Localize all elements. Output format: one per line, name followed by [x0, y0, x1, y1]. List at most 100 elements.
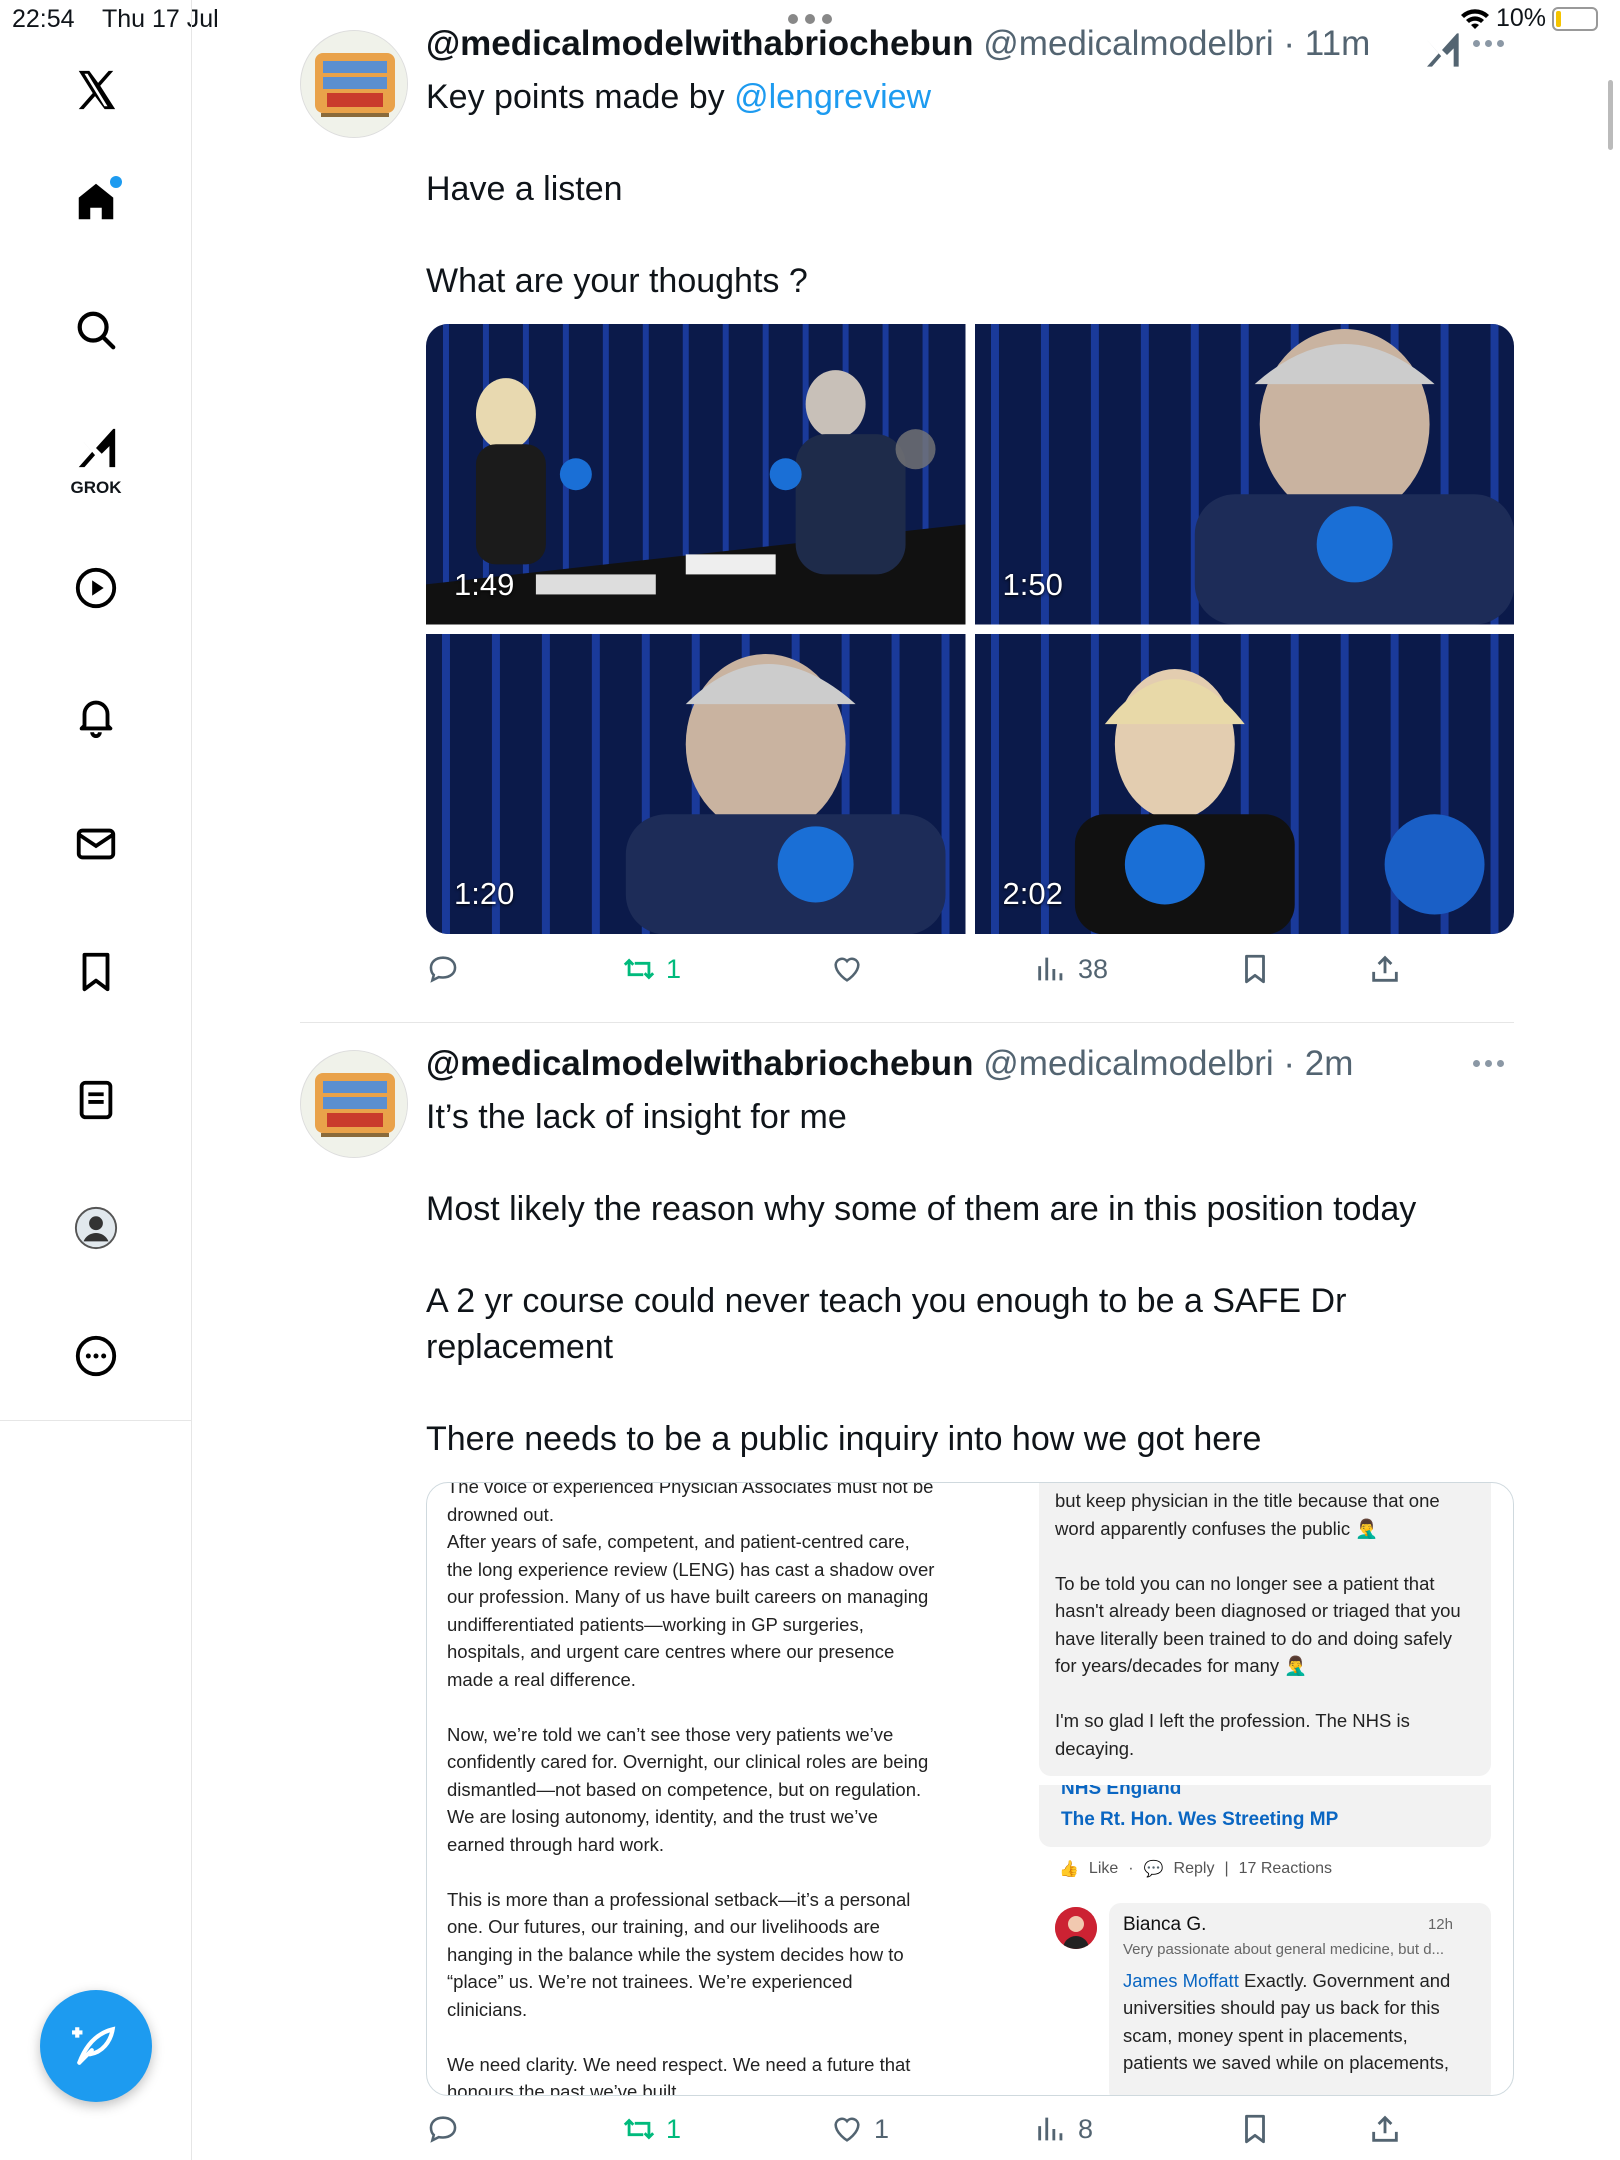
video-thumbnail[interactable]: 1:49	[426, 324, 966, 625]
grok-icon[interactable]	[1422, 30, 1462, 70]
share-button[interactable]	[1368, 952, 1402, 986]
reply-icon	[429, 2116, 457, 2143]
retweet-button[interactable]: 1	[622, 2112, 681, 2146]
retweet-icon	[623, 958, 655, 980]
status-right: 10%	[1460, 4, 1599, 33]
views-bar-chart-icon	[1038, 2117, 1063, 2141]
comment-line: universities should pay us back for this	[1123, 1997, 1440, 2018]
messages-envelope-icon[interactable]	[56, 804, 136, 884]
screenshot-like: Like	[1088, 1860, 1119, 1877]
tweet-text-prefix: Key points made by	[426, 78, 735, 116]
screenshot-left-line: one. Our futures, our training, and our …	[447, 1916, 880, 1937]
screenshot-left-line: hospitals, and urgent care centres where…	[447, 1641, 895, 1662]
attached-screenshot-image[interactable]: The voice of experienced Physician Assoc…	[426, 1482, 1514, 2096]
screenshot-right-line: I'm so glad I left the profession. The N…	[1055, 1710, 1410, 1731]
commenter-avatar	[1055, 1907, 1097, 1949]
screenshot-left-line: dismantled—not based on competence, but …	[447, 1778, 922, 1800]
scrollbar[interactable]	[1608, 80, 1613, 150]
reply-icon	[429, 956, 457, 983]
battery-percent: 10%	[1496, 4, 1547, 32]
tweet-divider	[300, 1022, 1514, 1023]
views-count: 8	[1078, 2113, 1094, 2144]
video-play-icon[interactable]	[56, 548, 136, 628]
profile-avatar-icon[interactable]	[56, 1188, 136, 1268]
sidebar-divider	[0, 1420, 192, 1421]
video-thumbnail[interactable]: 1:20	[426, 633, 966, 934]
video-thumbnail[interactable]: 2:02	[974, 633, 1514, 934]
bookmark-icon	[1245, 2114, 1265, 2144]
like-count: 1	[874, 2113, 890, 2144]
compose-post-button[interactable]	[40, 1990, 152, 2102]
screenshot-left-line: The voice of experienced Physician Assoc…	[447, 1482, 934, 1497]
more-options-icon[interactable]	[1473, 1060, 1504, 1067]
screenshot-left-line: clinicians.	[447, 1998, 528, 2020]
battery-icon	[1552, 6, 1599, 31]
bookmarks-icon[interactable]	[56, 932, 136, 1012]
screenshot-reaction-count: 17 Reactions	[1238, 1860, 1332, 1877]
like-button[interactable]: 1	[830, 2112, 889, 2146]
display-name[interactable]: @medicalmodelwithabriochebun	[426, 1044, 974, 1083]
retweet-icon	[623, 2118, 655, 2140]
notification-dot	[110, 176, 122, 188]
video-duration: 2:02	[1002, 876, 1063, 911]
notifications-bell-icon[interactable]	[56, 676, 136, 756]
user-handle[interactable]: @medicalmodelbri	[983, 1044, 1273, 1083]
screenshot-right-line: but keep physician in the title because …	[1055, 1490, 1440, 1511]
screenshot-left-line: “place” us. We’re not trainees. We’re ex…	[447, 1971, 853, 1992]
tweet[interactable]: @medicalmodelwithabriochebun @medicalmod…	[300, 24, 1514, 1020]
display-name[interactable]: @medicalmodelwithabriochebun	[426, 24, 974, 63]
wifi-icon	[1461, 8, 1489, 29]
bookmark-button[interactable]	[1238, 952, 1272, 986]
tweet[interactable]: @medicalmodelwithabriochebun @medicalmod…	[300, 1044, 1514, 2150]
screenshot-left-line: confidently cared for. Overnight, our cl…	[447, 1751, 929, 1772]
commenter-bio: Very passionate about general medicine, …	[1123, 1940, 1445, 1958]
video-duration: 1:49	[454, 566, 515, 602]
retweet-button[interactable]: 1	[622, 952, 681, 986]
grok-icon[interactable]: GROK	[56, 418, 136, 498]
tweet-paragraph: There needs to be a public inquiry into …	[426, 1420, 1262, 1458]
more-options-icon[interactable]	[1473, 40, 1504, 47]
thumbs-up-icon: 👍	[1059, 1861, 1079, 1878]
video-thumbnail[interactable]: 1:50	[974, 324, 1514, 625]
tweet-timestamp[interactable]: 11m	[1305, 24, 1371, 63]
tweet-timestamp[interactable]: 2m	[1305, 1044, 1354, 1083]
screenshot-left-line	[447, 2023, 967, 2051]
like-button[interactable]	[830, 952, 864, 986]
reply-button[interactable]	[426, 2112, 460, 2146]
lists-icon[interactable]	[56, 1060, 136, 1140]
home-icon[interactable]	[56, 162, 136, 242]
video-duration: 1:20	[454, 876, 515, 911]
screenshot-left-line: honours the past we’ve built.	[447, 2081, 682, 2096]
more-options-icon[interactable]	[56, 1316, 136, 1396]
tweet-actions: 1 38	[426, 952, 1514, 996]
views-button[interactable]: 8	[1034, 2112, 1093, 2146]
screenshot-left-line: undifferentiated patients—working in GP …	[447, 1613, 864, 1635]
avatar[interactable]	[300, 30, 408, 138]
bookmark-button[interactable]	[1238, 2112, 1272, 2146]
share-button[interactable]	[1368, 2112, 1402, 2146]
views-button[interactable]: 38	[1034, 952, 1108, 986]
comment-icon: 💬	[1143, 1861, 1164, 1878]
tweet-header: @medicalmodelwithabriochebun @medicalmod…	[426, 24, 1371, 63]
screenshot-right-line	[1055, 1542, 1475, 1570]
search-icon[interactable]	[56, 290, 136, 370]
screenshot-comment: Bianca G. 12h Very passionate about gene…	[1109, 1903, 1491, 2095]
screenshot-left-line: After years of safe, competent, and pati…	[447, 1531, 910, 1552]
screenshot-left-line	[447, 1858, 967, 1886]
screenshot-left-line: our profession. Many of us have built ca…	[447, 1586, 929, 1607]
screenshot-left-line	[447, 1693, 967, 1721]
avatar[interactable]	[300, 1050, 408, 1158]
screenshot-left-line: made a real difference.	[447, 1668, 636, 1690]
x-logo-icon[interactable]	[56, 50, 136, 130]
screenshot-reply: Reply	[1173, 1860, 1215, 1877]
views-bar-chart-icon	[1038, 957, 1063, 981]
reply-button[interactable]	[426, 952, 460, 986]
comment-time: 12h	[1427, 1916, 1453, 1933]
comment-line: patients we saved while on placements,	[1123, 2052, 1449, 2073]
mention-link[interactable]: @lengreview	[734, 78, 931, 116]
screenshot-reactions: 👍 Like · 💬 Reply | 17 Reactions	[1059, 1860, 1332, 1878]
retweet-count: 1	[666, 2113, 682, 2144]
heart-icon	[834, 2117, 860, 2142]
tweet-header: @medicalmodelwithabriochebun @medicalmod…	[426, 1044, 1354, 1083]
user-handle[interactable]: @medicalmodelbri	[983, 24, 1273, 63]
